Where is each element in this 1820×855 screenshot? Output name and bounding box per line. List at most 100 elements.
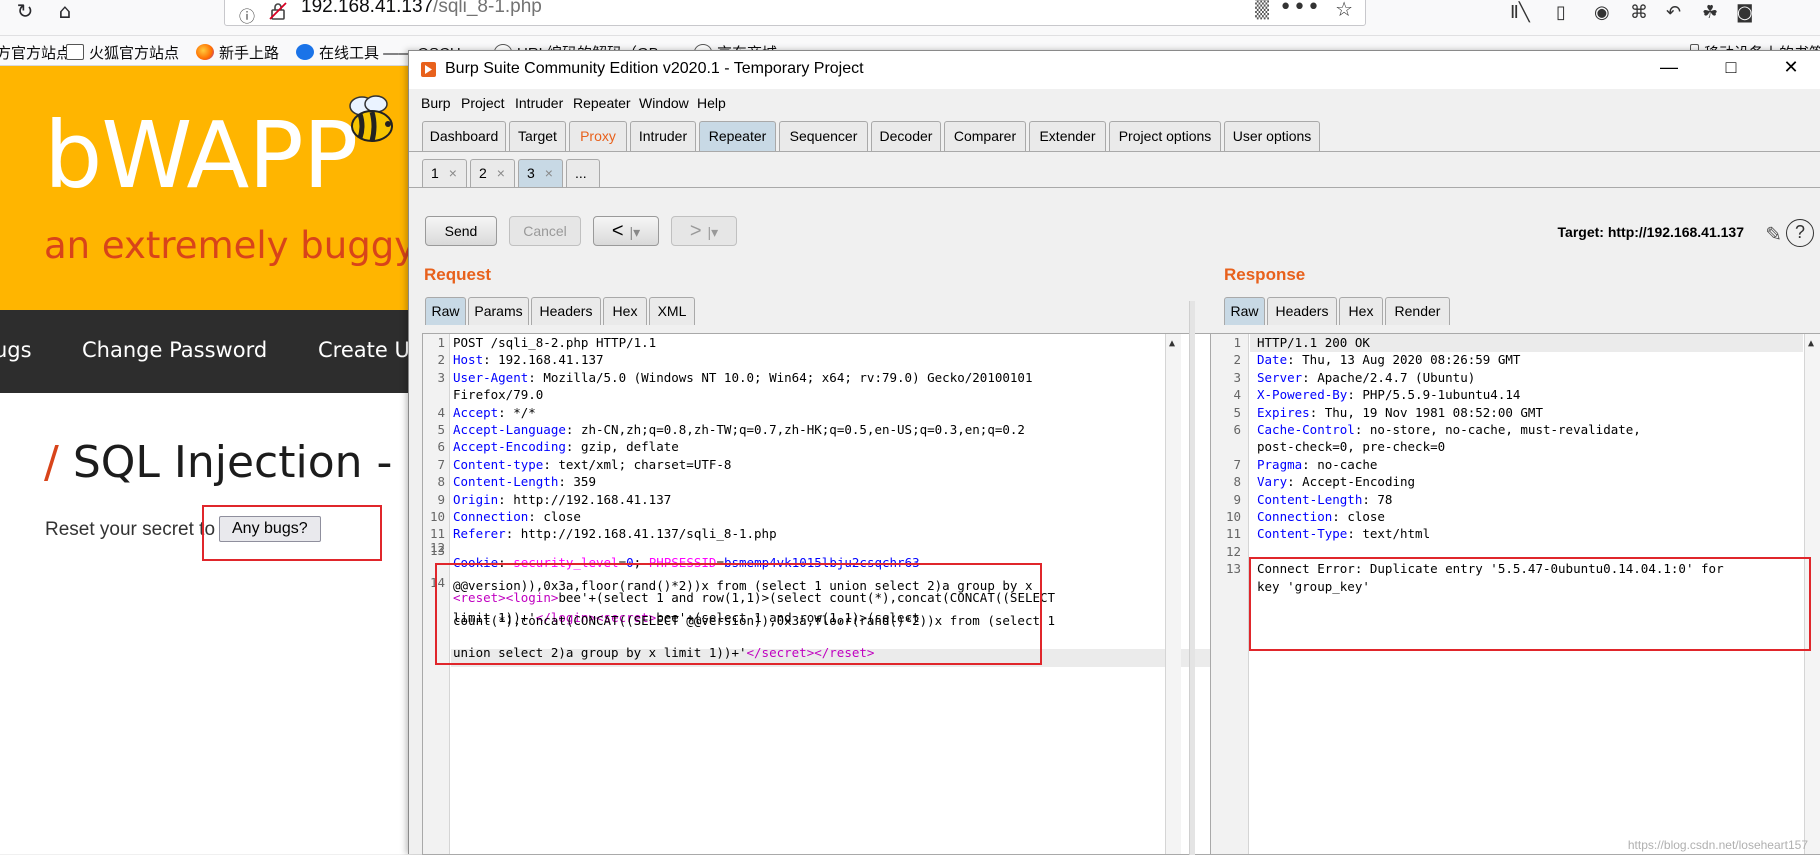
pane-divider[interactable]: [1189, 301, 1195, 855]
addon-icon[interactable]: ☘: [1702, 2, 1718, 23]
account-icon[interactable]: ◉: [1594, 2, 1610, 23]
nav-link-create-user[interactable]: Create U: [318, 338, 410, 362]
header-value: : Thu, 19 Nov 1981 08:52:00 GMT: [1309, 404, 1543, 420]
request-tab-raw[interactable]: Raw: [425, 297, 466, 325]
payload-text: @@version)),0x3a,floor(rand()*2))x from …: [453, 578, 1033, 593]
tab-user-options[interactable]: User options: [1224, 121, 1320, 151]
request-tab-params[interactable]: Params: [468, 297, 529, 325]
sidebar-icon[interactable]: ▯: [1556, 2, 1566, 23]
line-number: 2: [1233, 352, 1241, 368]
close-tab-icon[interactable]: ×: [449, 165, 457, 181]
line-number: 6: [1233, 422, 1241, 437]
close-icon[interactable]: ✕: [1779, 57, 1803, 81]
qr-code-icon[interactable]: ▒: [1255, 0, 1269, 20]
page-actions-icon[interactable]: •••: [1279, 0, 1321, 20]
undo-icon[interactable]: ↶: [1666, 2, 1681, 23]
scroll-up-icon[interactable]: ▲: [1808, 338, 1814, 349]
any-bugs-button[interactable]: Any bugs?: [219, 516, 321, 542]
header-name: Content-Type: [1257, 526, 1348, 542]
maximize-icon[interactable]: □: [1719, 57, 1743, 81]
back-button[interactable]: < |▾: [593, 216, 659, 246]
code-line: 6 Cache-Control: no-store, no-cache, must…: [1211, 422, 1820, 439]
code-line: 4 X-Powered-By: PHP/5.5.9-1ubuntu4.14: [1211, 387, 1820, 404]
code-line: 11 Content-Type: text/html: [1211, 526, 1820, 543]
close-tab-icon[interactable]: ×: [545, 165, 553, 181]
request-tab-hex[interactable]: Hex: [603, 297, 647, 325]
help-icon[interactable]: ?: [1786, 219, 1814, 247]
code-text: key 'group_key': [1257, 579, 1370, 594]
response-tab-hex[interactable]: Hex: [1339, 297, 1383, 325]
header-value: : Thu, 13 Aug 2020 08:26:59 GMT: [1287, 352, 1521, 368]
extension-icon[interactable]: ⌘: [1630, 2, 1648, 23]
tab-extender[interactable]: Extender: [1029, 121, 1106, 151]
line-number: 3: [1233, 369, 1241, 385]
header-name: Connection: [1257, 509, 1333, 524]
scroll-up-icon[interactable]: ▲: [1169, 338, 1175, 349]
request-scrollbar[interactable]: ▲: [1165, 334, 1181, 854]
tab-comparer[interactable]: Comparer: [944, 121, 1026, 151]
header-name: Vary: [1257, 474, 1288, 490]
repeater-tab-new[interactable]: ...: [566, 159, 600, 187]
request-tab-xml[interactable]: XML: [649, 297, 695, 325]
header-name: Origin: [453, 491, 499, 507]
bookmark-item[interactable]: 火狐官方站点: [66, 42, 179, 63]
tab-proxy[interactable]: Proxy: [569, 121, 627, 151]
tab-decoder[interactable]: Decoder: [871, 121, 941, 151]
tab-repeater[interactable]: Repeater: [699, 121, 776, 151]
menu-help[interactable]: Help: [697, 95, 726, 111]
repeater-tab-1[interactable]: 1 ×: [422, 159, 467, 187]
repeater-tab-3[interactable]: 3 ×: [518, 159, 563, 187]
url-bar[interactable]: ⓘ 192.168.41.137/sqli_8-1.php ▒ ••• ☆: [224, 0, 1366, 26]
tab-intruder[interactable]: Intruder: [630, 121, 696, 151]
menu-repeater[interactable]: Repeater: [573, 95, 631, 111]
bookmark-item[interactable]: 方官方站点: [0, 42, 71, 63]
insecure-lock-icon[interactable]: [269, 2, 287, 20]
payload-text: count(*),concat(CONCAT((SELECT @@version…: [453, 613, 1056, 628]
response-editor[interactable]: 1 HTTP/1.1 200 OK 2 Date: Thu, 13 Aug 2020 …: [1210, 333, 1820, 855]
info-icon[interactable]: ⓘ: [239, 3, 255, 27]
menu-burp[interactable]: Burp: [421, 95, 451, 111]
tab-target[interactable]: Target: [509, 121, 566, 151]
cancel-button[interactable]: Cancel: [509, 216, 581, 246]
send-button[interactable]: Send: [425, 216, 497, 246]
code-line: key 'group_key': [1211, 579, 1820, 596]
close-tab-icon[interactable]: ×: [497, 165, 505, 181]
minimize-icon[interactable]: —: [1657, 57, 1681, 81]
bookmark-item[interactable]: 新手上路: [196, 42, 279, 63]
tab-sequencer[interactable]: Sequencer: [779, 121, 868, 151]
repeater-tab-2[interactable]: 2 ×: [470, 159, 515, 187]
reload-icon[interactable]: ↻: [12, 1, 38, 28]
library-icon[interactable]: Ⅱ╲: [1510, 2, 1530, 23]
menu-window[interactable]: Window: [639, 95, 689, 111]
nav-link-change-password[interactable]: Change Password: [82, 338, 267, 362]
line-number: 5: [1233, 404, 1241, 420]
code-line: 8 Vary: Accept-Encoding: [1211, 474, 1820, 491]
bookmark-label: 方官方站点: [0, 45, 72, 62]
tab-dashboard[interactable]: Dashboard: [422, 121, 506, 151]
menu-project[interactable]: Project: [461, 95, 505, 111]
burp-titlebar: Burp Suite Community Edition v2020.1 - T…: [409, 51, 1820, 89]
nav-link-bugs[interactable]: ugs: [0, 338, 32, 362]
back-dropdown-icon[interactable]: |▾: [630, 224, 641, 240]
forward-button[interactable]: > |▾: [671, 216, 737, 246]
line-number: 3: [437, 369, 445, 385]
home-icon[interactable]: ⌂: [52, 1, 78, 28]
response-tab-headers[interactable]: Headers: [1267, 297, 1337, 325]
forward-dropdown-icon[interactable]: |▾: [708, 224, 719, 240]
menu-intruder[interactable]: Intruder: [515, 95, 563, 111]
response-tab-raw[interactable]: Raw: [1224, 297, 1265, 325]
forward-arrow-icon: >: [689, 220, 702, 242]
response-tab-render[interactable]: Render: [1385, 297, 1450, 325]
response-scrollbar[interactable]: ▲: [1804, 334, 1820, 854]
bookmark-star-icon[interactable]: ☆: [1335, 0, 1353, 21]
line-number: 11: [1225, 526, 1241, 542]
tab-project-options[interactable]: Project options: [1109, 121, 1221, 151]
request-title: Request: [424, 265, 492, 284]
panda-icon[interactable]: ◙: [1736, 2, 1753, 23]
request-tab-headers[interactable]: Headers: [531, 297, 601, 325]
line-number: 8: [1233, 474, 1241, 490]
code-line: 10 Connection: close: [1211, 509, 1820, 526]
edit-target-icon[interactable]: ✎: [1765, 222, 1782, 247]
line-number: 10: [1225, 509, 1241, 524]
line-number: 4: [1233, 387, 1241, 403]
